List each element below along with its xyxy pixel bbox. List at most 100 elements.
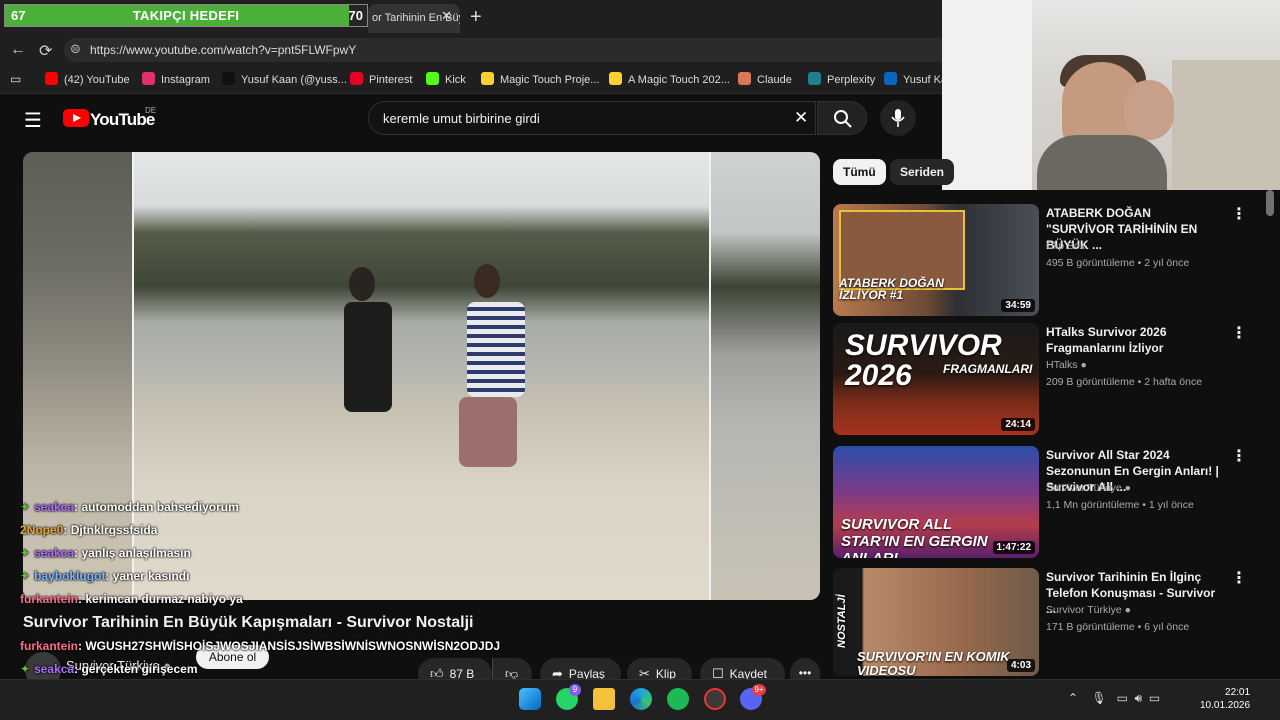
miro-icon [481,72,494,85]
chip-series[interactable]: Seriden [890,159,955,185]
thumbnail-text: SURVIVOR 2026 [845,329,1002,392]
tab-close-icon[interactable]: ✕ [441,8,452,24]
bookmark-label: Claude [757,74,792,86]
recommendation-channel[interactable]: HTalks ● [1046,359,1087,371]
youtube-logo-icon[interactable] [63,109,89,127]
hamburger-menu-icon[interactable]: ☰ [24,108,42,133]
bookmark-item[interactable]: Perplexity [808,72,875,86]
perplexity-icon [808,72,821,85]
subscriber-badge-icon: ✦ [20,546,31,560]
battery-icon[interactable]: ▭ [1149,691,1160,705]
reload-icon[interactable]: ⟳ [39,41,52,61]
chat-username: seakca [34,546,75,560]
more-options-icon[interactable]: ⋮ [1231,204,1247,224]
bookmark-label: Magic Touch Proje... [500,74,600,86]
chat-username: 2Nope0 [20,523,64,537]
bookmark-label: Kick [445,74,466,86]
obs-icon[interactable] [704,688,726,710]
bookmark-item[interactable]: Instagram [142,72,210,86]
bookmark-item[interactable]: Claude [738,72,792,86]
clock-time: 22:01 [1225,687,1251,698]
start-menu-icon[interactable] [519,688,541,710]
video-duration: 4:03 [1006,659,1035,672]
video-frame [134,152,709,600]
recommendation-channel[interactable]: Survivor Türkiye ● [1046,604,1131,616]
clock-date: 10.01.2026 [1200,700,1251,711]
recommendation-item[interactable]: SURVIVOR 2026 FRAGMANLARI 24:14 HTalks S… [833,323,1263,437]
site-info-icon[interactable]: ⊜ [70,41,81,57]
back-icon[interactable]: ← [10,41,26,59]
verified-icon: ● [1124,482,1131,494]
recommendation-item[interactable]: NOSTALJİ SURVIVOR'IN EN KOMIK VIDEOSU 4:… [833,568,1263,682]
bookmark-item[interactable]: Yusuf Kaan (@yuss... [222,72,347,86]
subscriber-badge-icon: ✦ [20,662,31,676]
recommendation-meta: 1,1 Mn görüntüleme • 1 yıl önce [1046,499,1194,511]
voice-search-button[interactable] [880,100,916,136]
edge-browser-icon[interactable] [630,688,652,710]
search-icon [834,110,852,128]
bookmark-item[interactable]: Pinterest [350,72,412,86]
recommendation-meta: 209 B görüntüleme • 2 hafta önce [1046,376,1203,388]
spotify-icon[interactable] [667,688,689,710]
youtube-icon [45,72,58,85]
chip-all[interactable]: Tümü [833,159,886,185]
address-bar[interactable]: ⊜ https://www.youtube.com/watch?v=pnt5FL… [64,38,942,62]
subscriber-badge-icon: ✦ [20,569,31,583]
discord-icon[interactable]: 9+ [740,684,766,710]
bookmark-label: Yusuf Kaan (@yuss... [241,74,347,86]
clear-search-icon[interactable]: ✕ [794,108,808,128]
more-options-icon[interactable]: ⋮ [1231,323,1247,343]
bookmark-item[interactable]: Yusuf Ka [884,72,947,86]
video-thumbnail[interactable]: SURVIVOR ALL STAR'IN EN GERGIN ANLARI 1:… [833,446,1039,558]
person-figure [344,302,392,412]
display-icon[interactable]: ▭ [1117,691,1128,705]
video-thumbnail[interactable]: SURVIVOR 2026 FRAGMANLARI 24:14 [833,323,1039,435]
bookmark-item[interactable]: Magic Touch Proje... [481,72,599,86]
striped-shirt-figure [467,302,525,397]
thumbnail-text: ATABERK DOĞAN İZLİYOR #1 [839,276,944,302]
bookmark-item[interactable]: (42) YouTube [45,72,130,86]
video-thumbnail[interactable]: ATABERK DOĞAN İZLİYOR #1 34:59 [833,204,1039,316]
scrollbar-thumb[interactable] [1266,190,1274,216]
recommendation-item[interactable]: ATABERK DOĞAN İZLİYOR #1 34:59 ATABERK D… [833,204,1263,318]
channel-text: Survivor Türkiye [1046,604,1122,616]
follower-goal-label: TAKIPÇI HEDEFI [132,8,240,23]
more-options-icon[interactable]: ⋮ [1231,446,1247,466]
bookmark-label: A Magic Touch 202... [628,74,730,86]
wall [942,0,1032,190]
more-options-icon[interactable]: ⋮ [1231,568,1247,588]
bookmarks-menu-icon[interactable]: ▭ [10,72,21,86]
file-explorer-icon[interactable] [593,688,615,710]
bookmark-item[interactable]: Kick [426,72,466,86]
search-input[interactable]: keremle umut birbirine girdi [368,101,816,135]
bookmark-label: Yusuf Ka [903,74,948,86]
chat-message: ✦ bayboklugot: yaner kasındı [20,569,189,583]
chat-message: furkantein: kerimcan durmaz nabiyo ya [20,592,243,606]
video-duration: 1:47:22 [992,541,1035,554]
search-query: keremle umut birbirine girdi [383,111,540,126]
follower-goal-bar: 67 TAKIPÇI HEDEFI 70 [4,4,368,27]
instagram-icon [142,72,155,85]
system-clock[interactable]: 22:01 10.01.2026 [1200,686,1250,712]
chat-text: : gerçekten girişecem [74,662,198,676]
recommendation-item[interactable]: SURVIVOR ALL STAR'IN EN GERGIN ANLARI 1:… [833,446,1263,560]
shorts-figure [459,397,517,467]
recommendation-title[interactable]: HTalks Survivor 2026 Fragmanlarını İzliy… [1046,324,1221,356]
chat-message: ✦ seakca: automoddan bahsediyorum [20,500,239,514]
new-tab-icon[interactable]: + [470,6,482,29]
recommendation-channel[interactable]: Survivor Türkiye ● [1046,482,1131,494]
bookmark-item[interactable]: A Magic Touch 202... [609,72,730,86]
bookmark-label: Perplexity [827,74,876,86]
whatsapp-icon[interactable]: 9 [556,684,581,710]
verified-icon: ● [1124,604,1131,616]
microphone-icon[interactable]: 🎙︎ [1091,691,1106,705]
chevron-up-icon[interactable]: ⌃ [1068,691,1078,705]
video-thumbnail[interactable]: NOSTALJİ SURVIVOR'IN EN KOMIK VIDEOSU 4:… [833,568,1039,676]
frame-divider [709,152,711,600]
search-button[interactable] [817,101,867,135]
chat-username: bayboklugot [34,569,106,583]
video-blur-right [711,152,820,600]
miro-icon [609,72,622,85]
recommendation-channel[interactable]: Clip Box [1046,240,1085,252]
volume-icon[interactable]: 🔊︎ [1135,691,1143,705]
